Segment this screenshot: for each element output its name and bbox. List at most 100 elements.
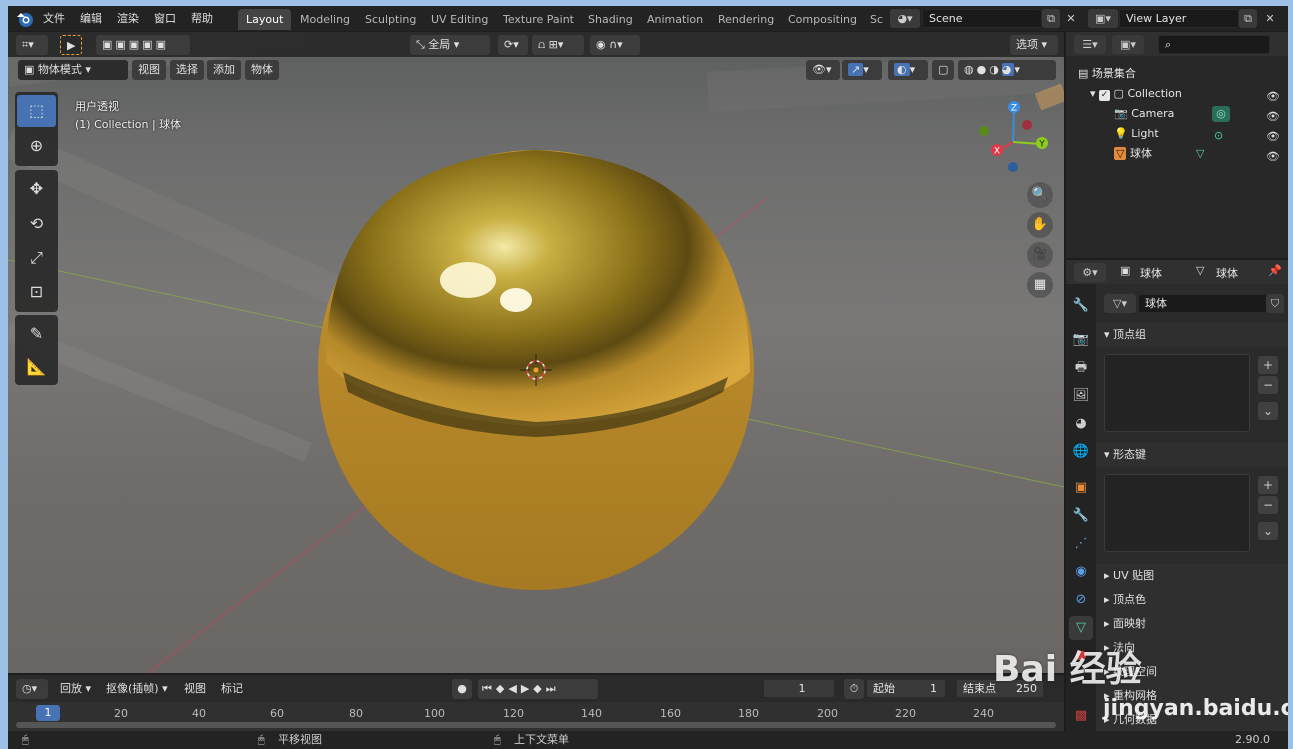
- menu-edit[interactable]: 编辑: [80, 11, 102, 27]
- visibility-eye-icon[interactable]: 👁: [1266, 147, 1280, 163]
- panel-shape-keys[interactable]: ▾ 形态键: [1096, 443, 1288, 467]
- annotate-tool-icon[interactable]: ✎: [17, 318, 56, 350]
- camera-data-icon[interactable]: ◎: [1212, 106, 1230, 122]
- physics-tab-icon[interactable]: ◉: [1069, 560, 1093, 584]
- zoom-view-icon[interactable]: 🔍: [1027, 182, 1053, 208]
- timeline-view-menu[interactable]: 视图: [178, 679, 212, 699]
- vertex-group-menu-icon[interactable]: ⌄: [1258, 402, 1278, 420]
- tool-tab-icon[interactable]: 🔧: [1069, 294, 1093, 318]
- start-frame-field[interactable]: 起始 1: [866, 679, 946, 698]
- outliner-scene-collection[interactable]: ▤ 场景集合: [1066, 64, 1288, 84]
- panel-face-maps[interactable]: ▸ 面映射: [1096, 612, 1288, 636]
- menu-window[interactable]: 窗口: [154, 11, 176, 27]
- object-tab-icon[interactable]: ▣: [1069, 476, 1093, 500]
- add-shape-key-icon[interactable]: +: [1258, 476, 1278, 494]
- visibility-icon[interactable]: 👁▾: [806, 60, 840, 80]
- texture-tab-icon[interactable]: ▩: [1069, 704, 1093, 728]
- checkbox-icon[interactable]: ✓: [1099, 90, 1111, 101]
- menu-view[interactable]: 视图: [132, 60, 166, 80]
- delete-scene-icon[interactable]: ✕: [1062, 9, 1080, 28]
- outliner-item-light[interactable]: 💡 Light ⊙ 👁: [1066, 124, 1288, 144]
- new-scene-icon[interactable]: ⧉: [1042, 9, 1060, 28]
- timeline-editor-type-button[interactable]: ◷▾: [16, 679, 48, 699]
- panel-vertex-groups[interactable]: ▾ 顶点组: [1096, 323, 1288, 347]
- rotate-tool-icon[interactable]: ⟲: [17, 208, 56, 240]
- menu-render[interactable]: 渲染: [117, 11, 139, 27]
- pan-view-icon[interactable]: ✋: [1027, 212, 1053, 238]
- tab-uv-editing[interactable]: UV Editing: [423, 9, 496, 30]
- render-tab-icon[interactable]: 📷: [1069, 328, 1093, 352]
- display-mode-button[interactable]: ▣▾: [1112, 35, 1144, 54]
- mesh-name-field[interactable]: 球体: [1138, 294, 1268, 313]
- shading-mode-buttons[interactable]: ◍●◑◕▾: [958, 60, 1056, 80]
- constraints-tab-icon[interactable]: ⊘: [1069, 588, 1093, 612]
- transform-tool-icon[interactable]: ⊡: [17, 276, 56, 308]
- transform-orientation-select[interactable]: ⤡ 全局 ▾: [410, 35, 490, 55]
- remove-shape-key-icon[interactable]: −: [1258, 496, 1278, 514]
- preview-range-icon[interactable]: ⏱: [844, 679, 864, 699]
- editor-type-button[interactable]: ⌗▾: [16, 35, 48, 55]
- properties-editor-type-button[interactable]: ⚙▾: [1074, 263, 1106, 282]
- data-tab-icon[interactable]: ▽: [1069, 616, 1093, 640]
- ortho-toggle-icon[interactable]: ▦: [1027, 272, 1053, 298]
- navigation-gizmo[interactable]: Z Y X: [976, 94, 1056, 174]
- overlay-toggle-icon[interactable]: ◐ ▾: [888, 60, 928, 80]
- gizmo-toggle-icon[interactable]: ↗ ▾: [842, 60, 882, 80]
- playback-controls[interactable]: ⏮◆◀▶◆⏭: [478, 679, 598, 699]
- scene-name-field[interactable]: Scene: [922, 9, 1042, 28]
- modifier-tab-icon[interactable]: 🔧: [1069, 504, 1093, 528]
- marker-menu[interactable]: 标记: [215, 679, 249, 699]
- timeline-scrollbar[interactable]: [16, 722, 1056, 728]
- outliner-item-sphere[interactable]: ▽ 球体 ▽ 👁: [1066, 144, 1288, 164]
- expand-arrow-icon[interactable]: ▾: [1090, 87, 1096, 100]
- scene-selector-button[interactable]: ◕▾: [890, 9, 920, 28]
- output-tab-icon[interactable]: 🖶: [1069, 356, 1093, 380]
- 3d-viewport[interactable]: ⌗▾ ▶ ▣▣▣▣▣ ⤡ 全局 ▾ ⟳▾ ⩍ ⊞▾ ◉ ∩▾ 选项 ▾ ▣ 物体…: [8, 32, 1064, 673]
- pin-icon[interactable]: 📌: [1268, 264, 1282, 277]
- tab-rendering[interactable]: Rendering: [710, 9, 782, 30]
- outliner-editor-type-button[interactable]: ☰▾: [1074, 35, 1106, 54]
- measure-tool-icon[interactable]: 📐: [17, 351, 56, 383]
- view-layer-name-field[interactable]: View Layer: [1119, 9, 1239, 28]
- tab-animation[interactable]: Animation: [639, 9, 711, 30]
- tab-modeling[interactable]: Modeling: [292, 9, 358, 30]
- menu-add[interactable]: 添加: [207, 60, 241, 80]
- tab-shading[interactable]: Shading: [580, 9, 641, 30]
- visibility-eye-icon[interactable]: 👁: [1266, 107, 1280, 123]
- new-view-layer-icon[interactable]: ⧉: [1239, 9, 1257, 28]
- current-frame-field[interactable]: 1: [763, 679, 835, 698]
- add-vertex-group-icon[interactable]: +: [1258, 356, 1278, 374]
- tab-sculpting[interactable]: Sculpting: [357, 9, 424, 30]
- keying-menu[interactable]: 抠像(插帧) ▾: [100, 679, 174, 699]
- proportional-editing-button[interactable]: ◉ ∩▾: [590, 35, 640, 55]
- tab-layout[interactable]: Layout: [238, 9, 292, 30]
- outliner-item-collection[interactable]: ▾ ✓ ▢ Collection 👁: [1066, 84, 1288, 104]
- object-mode-select[interactable]: ▣ 物体模式 ▾: [18, 60, 128, 80]
- fake-user-shield-icon[interactable]: ⛉: [1266, 294, 1284, 313]
- selection-mode-buttons[interactable]: ▣▣▣▣▣: [96, 35, 190, 55]
- pivot-point-button[interactable]: ⟳▾: [498, 35, 528, 55]
- remove-vertex-group-icon[interactable]: −: [1258, 376, 1278, 394]
- view-layer-tab-icon[interactable]: 🖼: [1069, 384, 1093, 408]
- view-layer-selector-button[interactable]: ▣▾: [1088, 9, 1118, 28]
- mesh-data-icon[interactable]: ▽: [1196, 144, 1204, 164]
- particles-tab-icon[interactable]: ⋰: [1069, 532, 1093, 556]
- playback-menu[interactable]: 回放 ▾: [54, 679, 97, 699]
- outliner-item-camera[interactable]: 📷 Camera ◎ 👁: [1066, 104, 1288, 124]
- shape-keys-list[interactable]: [1104, 474, 1250, 552]
- camera-view-icon[interactable]: 🎥: [1027, 242, 1053, 268]
- world-tab-icon[interactable]: 🌐: [1069, 440, 1093, 464]
- delete-view-layer-icon[interactable]: ✕: [1261, 9, 1279, 28]
- tab-scripting[interactable]: Sc: [862, 9, 891, 30]
- snapping-button[interactable]: ⩍ ⊞▾: [532, 35, 584, 55]
- tab-texture-paint[interactable]: Texture Paint: [495, 9, 582, 30]
- outliner-search-input[interactable]: ⌕: [1158, 35, 1270, 54]
- tab-compositing[interactable]: Compositing: [780, 9, 865, 30]
- shape-key-menu-icon[interactable]: ⌄: [1258, 522, 1278, 540]
- menu-help[interactable]: 帮助: [191, 11, 213, 27]
- playhead-marker[interactable]: 1: [36, 705, 60, 721]
- light-data-icon[interactable]: ⊙: [1214, 126, 1223, 146]
- visibility-eye-icon[interactable]: 👁: [1266, 87, 1280, 103]
- select-tool-icon[interactable]: ▶: [60, 35, 82, 55]
- record-icon[interactable]: ●: [452, 679, 472, 699]
